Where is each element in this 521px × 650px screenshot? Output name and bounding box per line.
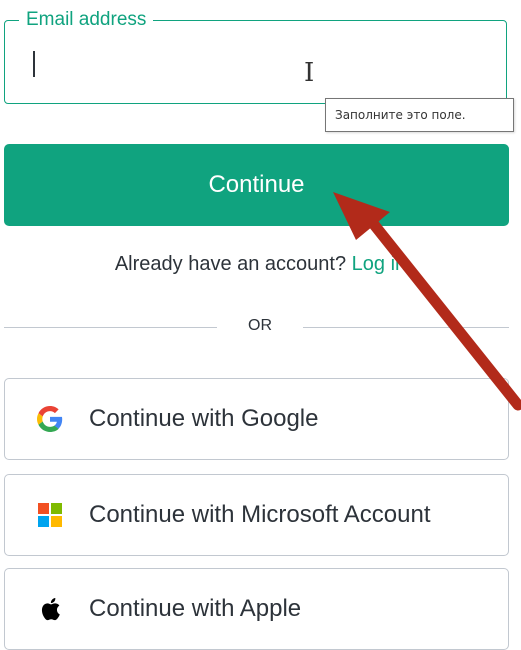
google-icon — [35, 404, 65, 434]
ibeam-cursor-icon: I — [304, 58, 315, 88]
continue-with-microsoft-button[interactable]: Continue with Microsoft Account — [4, 474, 509, 556]
continue-button[interactable]: Continue — [4, 144, 509, 226]
email-input[interactable] — [21, 41, 505, 81]
continue-with-google-button[interactable]: Continue with Google — [4, 378, 509, 460]
tooltip-text: Заполните это поле. — [335, 108, 466, 122]
divider-line-right — [303, 327, 509, 328]
apple-icon — [35, 594, 65, 624]
email-field-container[interactable]: Email address — [4, 9, 507, 104]
social-button-label: Continue with Google — [89, 405, 319, 432]
account-prompt-text: Already have an account? — [114, 253, 347, 275]
validation-tooltip: Заполните это поле. — [325, 98, 514, 132]
microsoft-icon — [35, 500, 65, 530]
divider-line-left — [4, 327, 217, 328]
social-button-label: Continue with Microsoft Account — [89, 501, 431, 528]
email-field-label: Email address — [19, 9, 154, 31]
continue-with-apple-button[interactable]: Continue with Apple — [4, 568, 509, 650]
or-divider-label: OR — [248, 317, 272, 334]
login-link[interactable]: Log in — [352, 253, 407, 275]
social-button-label: Continue with Apple — [89, 595, 302, 622]
account-prompt: Already have an account? Log in — [0, 253, 521, 276]
text-caret — [33, 51, 35, 77]
